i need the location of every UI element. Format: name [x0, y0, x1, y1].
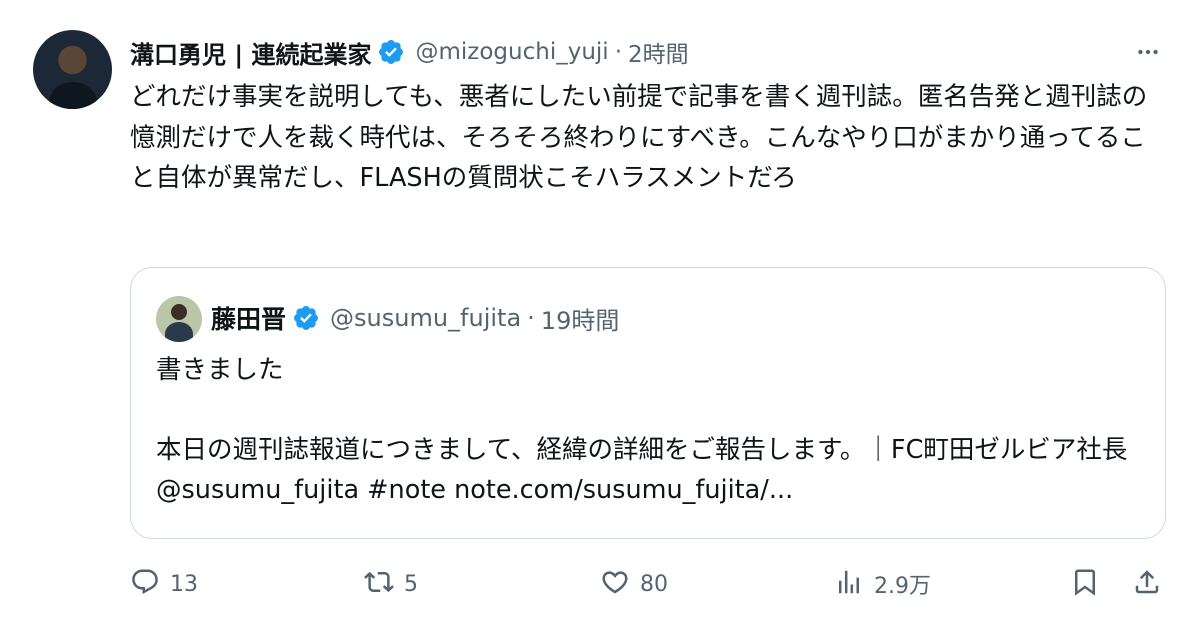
quoted-author-name[interactable]: 藤田晋	[211, 300, 286, 336]
quoted-text-line2: 本日の週刊誌報道につきまして、経緯の詳細をご報告します。｜FC町田ゼルビア社長 …	[156, 435, 1128, 505]
author-handle[interactable]: @mizoguchi_yuji	[415, 39, 608, 65]
quoted-text-line1: 書きました	[156, 355, 284, 385]
bookmark-button[interactable]	[1070, 562, 1100, 606]
like-button[interactable]: 80	[600, 562, 668, 606]
avatar[interactable]	[33, 30, 112, 109]
views-count: 2.9万	[874, 574, 931, 599]
more-dots-icon[interactable]	[1130, 38, 1166, 66]
like-count: 80	[640, 571, 668, 597]
quoted-header: 藤田晋 @susumu_fujita · 19時間	[211, 298, 619, 338]
reply-icon	[130, 567, 160, 601]
share-button[interactable]	[1132, 562, 1162, 606]
share-icon	[1132, 567, 1162, 601]
quoted-text: 書きました 本日の週刊誌報道につきまして、経緯の詳細をご報告します。｜FC町田ゼ…	[156, 350, 1146, 510]
retweet-button[interactable]: 5	[364, 562, 418, 606]
action-bar: 13 5 80 2.9万	[130, 562, 1170, 606]
heart-icon	[600, 567, 630, 601]
verified-badge-icon	[377, 38, 405, 66]
quoted-avatar[interactable]	[156, 296, 202, 342]
post-time[interactable]: 2時間	[628, 35, 689, 69]
tweet-header: 溝口勇児 | 連続起業家 @mizoguchi_yuji · 2時間	[130, 34, 689, 70]
reply-count: 13	[170, 571, 198, 597]
tweet-text: どれだけ事実を説明しても、悪者にしたい前提で記事を書く週刊誌。匿名告発と週刊誌の…	[130, 82, 1148, 193]
views-button[interactable]: 2.9万	[834, 562, 931, 606]
separator-dot: ·	[527, 304, 535, 332]
retweet-icon	[364, 567, 394, 601]
tweet-card: 溝口勇児 | 連続起業家 @mizoguchi_yuji · 2時間 どれだけ事…	[0, 0, 1193, 629]
quoted-author-handle[interactable]: @susumu_fujita	[330, 304, 521, 332]
reply-button[interactable]: 13	[130, 562, 198, 606]
retweet-count: 5	[404, 571, 418, 597]
bookmark-icon	[1070, 567, 1100, 601]
views-chart-icon	[834, 567, 864, 601]
verified-badge-icon	[292, 304, 320, 332]
quoted-tweet[interactable]: 藤田晋 @susumu_fujita · 19時間 書きました 本日の週刊誌報道…	[130, 267, 1166, 539]
author-name[interactable]: 溝口勇児 | 連続起業家	[130, 35, 371, 70]
quoted-post-time: 19時間	[540, 306, 620, 335]
separator-dot: ·	[614, 39, 622, 65]
